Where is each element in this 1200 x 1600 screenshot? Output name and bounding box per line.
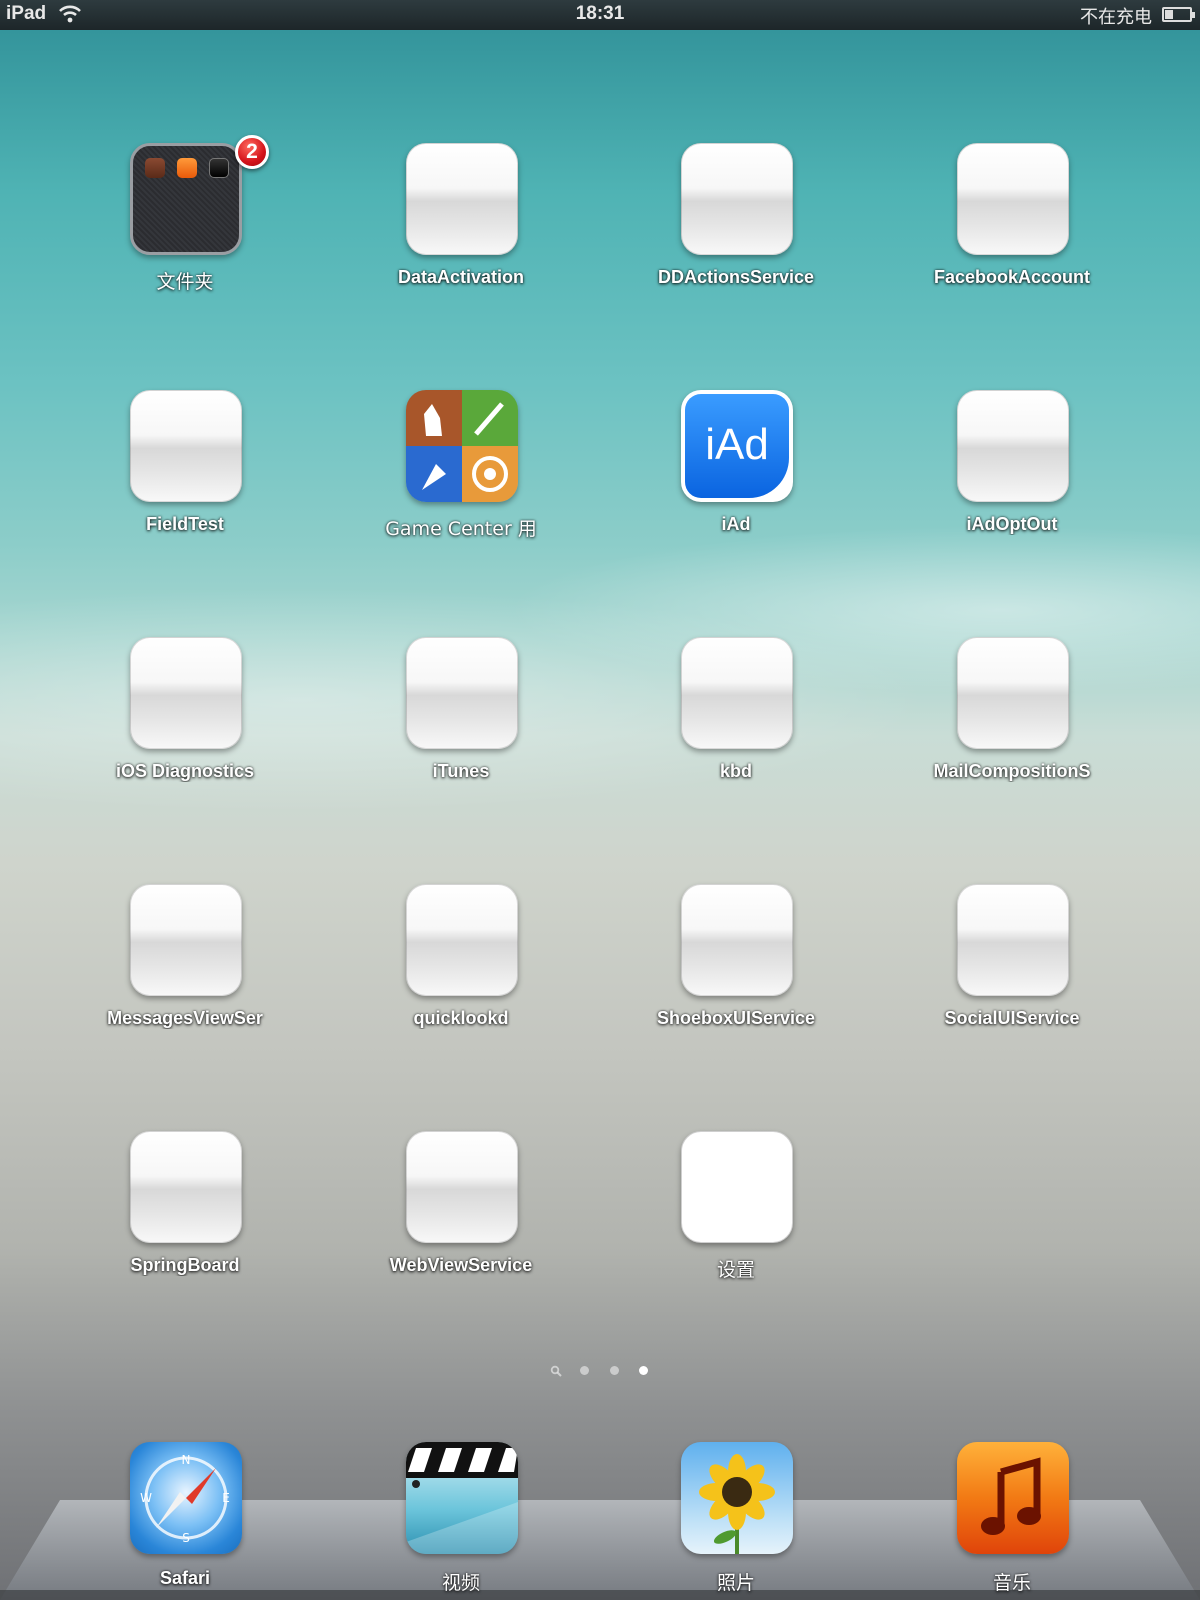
safari-compass-icon: N S E W <box>130 1442 242 1554</box>
page-dot-1[interactable] <box>580 1366 590 1376</box>
videos-clapperboard-icon <box>406 1442 518 1554</box>
app-18[interactable]: 设置 <box>626 1131 846 1281</box>
app-10[interactable]: kbd <box>626 637 846 787</box>
app-label: 文件夹 <box>156 271 214 293</box>
app-label: Game Center 用 <box>385 518 537 540</box>
app-label: iAdOptOut <box>966 514 1058 534</box>
app-12[interactable]: MessagesViewSer <box>75 884 295 1034</box>
svg-text:W: W <box>140 1491 152 1505</box>
app-5[interactable]: Game Center 用 <box>351 390 571 540</box>
placeholder-app-icon <box>957 637 1069 749</box>
game-center-icon <box>406 390 518 502</box>
app-label: SpringBoard <box>130 1255 240 1275</box>
page-indicator[interactable] <box>0 1362 1200 1377</box>
app-3[interactable]: FacebookAccount <box>902 143 1122 293</box>
app-15[interactable]: SocialUIService <box>902 884 1122 1034</box>
app-16[interactable]: SpringBoard <box>75 1131 295 1281</box>
dock-app-music[interactable]: 音乐 <box>902 1442 1122 1594</box>
placeholder-app-icon <box>406 884 518 996</box>
app-label: quicklookd <box>413 1008 509 1028</box>
placeholder-app-icon <box>957 390 1069 502</box>
app-label: 设置 <box>716 1259 755 1281</box>
music-note-icon <box>957 1442 1069 1554</box>
home-screen: iPad 18:31 不在充电 2 文件夹 DataActivation DDActi… <box>0 0 1200 1600</box>
app-label: 音乐 <box>992 1572 1031 1594</box>
iad-icon-text: iAd <box>705 420 769 469</box>
placeholder-app-icon <box>406 143 518 255</box>
svg-text:S: S <box>182 1531 190 1545</box>
placeholder-app-icon <box>957 143 1069 255</box>
app-label: kbd <box>719 761 752 781</box>
app-label: 照片 <box>716 1572 755 1594</box>
placeholder-app-icon <box>681 637 793 749</box>
folder-icon <box>130 143 242 255</box>
app-0[interactable]: 2 文件夹 <box>75 135 295 293</box>
app-1[interactable]: DataActivation <box>351 143 571 293</box>
app-11[interactable]: MailCompositionS <box>902 637 1122 787</box>
placeholder-app-icon <box>130 390 242 502</box>
app-label: MailCompositionS <box>933 761 1091 781</box>
status-bar: iPad 18:31 不在充电 <box>0 0 1200 30</box>
app-label: DataActivation <box>397 267 525 287</box>
app-8[interactable]: iOS Diagnostics <box>75 637 295 787</box>
app-label: FacebookAccount <box>933 267 1091 287</box>
app-2[interactable]: DDActionsService <box>626 143 846 293</box>
charging-status: 不在充电 <box>1080 7 1152 28</box>
app-4[interactable]: FieldTest <box>75 390 295 540</box>
app-label: SocialUIService <box>944 1008 1080 1028</box>
placeholder-app-icon <box>130 1131 242 1243</box>
placeholder-app-icon <box>681 143 793 255</box>
settings-icon <box>681 1131 793 1243</box>
app-label: iOS Diagnostics <box>115 761 255 781</box>
app-label: ShoeboxUIService <box>656 1008 816 1028</box>
notification-badge: 2 <box>235 135 269 169</box>
page-dot-2[interactable] <box>609 1366 619 1376</box>
app-6[interactable]: iAd iAd <box>626 390 846 540</box>
page-dot-3-current[interactable] <box>639 1366 649 1376</box>
iad-icon: iAd <box>681 390 793 502</box>
photos-sunflower-icon <box>681 1442 793 1554</box>
app-13[interactable]: quicklookd <box>351 884 571 1034</box>
app-9[interactable]: iTunes <box>351 637 571 787</box>
battery-icon <box>1162 7 1195 22</box>
spotlight-search-icon[interactable] <box>550 1365 562 1377</box>
app-label: DDActionsService <box>657 267 815 287</box>
placeholder-app-icon <box>957 884 1069 996</box>
app-label: MessagesViewSer <box>107 1008 263 1028</box>
dock-app-videos[interactable]: 视频 <box>351 1442 571 1594</box>
dock-app-photos[interactable]: 照片 <box>626 1442 846 1594</box>
app-label: iAd <box>721 514 751 534</box>
placeholder-app-icon <box>130 637 242 749</box>
app-14[interactable]: ShoeboxUIService <box>626 884 846 1034</box>
dock-app-safari[interactable]: N S E W Safari <box>75 1442 295 1592</box>
app-17[interactable]: WebViewService <box>351 1131 571 1281</box>
placeholder-app-icon <box>406 1131 518 1243</box>
app-7[interactable]: iAdOptOut <box>902 390 1122 540</box>
placeholder-app-icon <box>681 884 793 996</box>
placeholder-app-icon <box>130 884 242 996</box>
app-label: WebViewService <box>389 1255 533 1275</box>
placeholder-app-icon <box>406 637 518 749</box>
app-label: 视频 <box>441 1572 480 1594</box>
svg-text:E: E <box>222 1491 230 1505</box>
clock: 18:31 <box>575 3 625 24</box>
app-label: FieldTest <box>146 514 224 534</box>
app-label: iTunes <box>432 761 490 781</box>
app-label: Safari <box>159 1568 211 1588</box>
svg-text:N: N <box>182 1453 191 1467</box>
